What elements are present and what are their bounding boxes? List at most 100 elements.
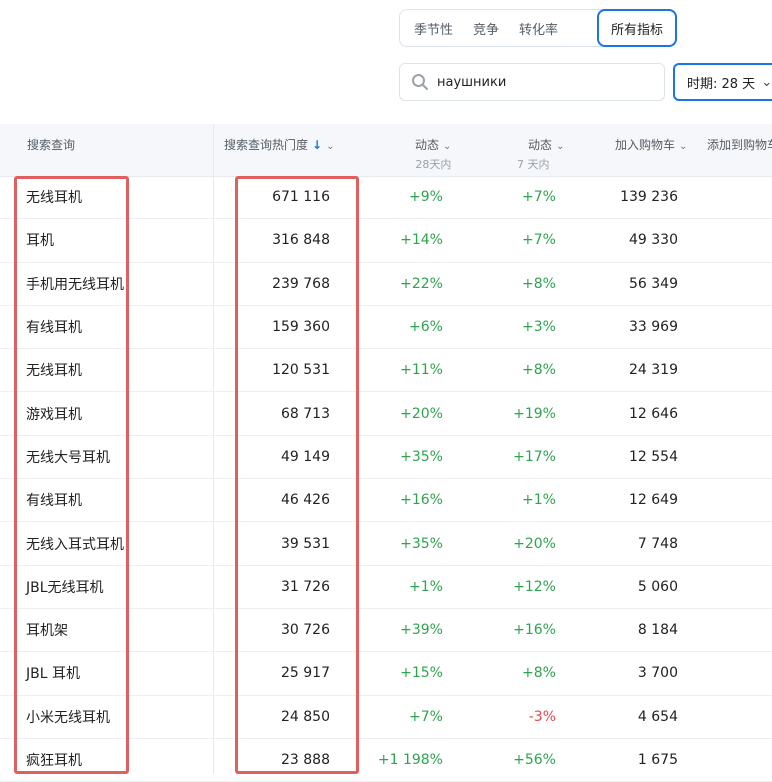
cart-cell: 49 330 [629,232,678,249]
cart-cell: 24 319 [629,362,678,379]
dynamics-28-cell: +9% [409,189,443,206]
cart-cell: 7 748 [637,535,678,552]
cart-cell: 1 675 [637,752,678,768]
cart-cell: 3 700 [637,665,678,682]
col-popularity-label: 搜索查询热门度 [224,138,309,152]
col-dyn28-label: 动态 [415,138,440,152]
sort-down-arrow-icon: ↓ [312,138,323,152]
tab-seasonality[interactable]: 季节性 [400,10,463,46]
cart-cell: 12 554 [629,448,678,465]
dynamics-7-cell: +16% [513,622,556,639]
col-added-label: 添加到购物车 [707,138,772,152]
query-cell[interactable]: 无线耳机 [26,176,82,218]
table-row[interactable]: 疯狂耳机 23 888 +1 198% +56% 1 675 [0,739,772,782]
table-row[interactable]: 耳机架 30 726 +39% +16% 8 184 [0,609,772,653]
table-row[interactable]: JBL无线耳机 31 726 +1% +12% 5 060 [0,566,772,609]
query-cell[interactable]: 游戏耳机 [26,392,82,434]
table-row[interactable]: 有线耳机 159 360 +6% +3% 33 969 [0,306,772,350]
dynamics-7-cell: +56% [513,752,556,768]
col-dyn28-sublabel: 28天内 [415,158,452,171]
table-row[interactable]: 手机用无线耳机 239 768 +22% +8% 56 349 [0,263,772,306]
query-cell[interactable]: 无线大号耳机 [26,436,110,478]
dynamics-7-cell: +8% [522,362,556,379]
dynamics-7-cell: -3% [528,708,556,725]
query-cell[interactable]: 耳机架 [26,609,68,651]
dynamics-28-cell: +1 198% [377,752,443,768]
dynamics-7-cell: +8% [522,665,556,682]
cart-cell: 33 969 [629,319,678,336]
query-cell[interactable]: 无线耳机 [26,349,82,391]
query-cell[interactable]: 手机用无线耳机 [26,263,124,305]
col-dyn7[interactable]: 动态 ⌄ 7 天内 [517,136,564,172]
period-select[interactable]: 时期: 28 天 ⌄ [673,63,772,101]
popularity-cell: 68 713 [281,405,330,422]
popularity-cell: 30 726 [281,622,330,639]
col-cart[interactable]: 加入购物车 ⌄ [615,136,687,153]
chevron-down-icon: ⌄ [443,141,452,152]
popularity-cell: 671 116 [272,189,330,206]
dynamics-7-cell: +8% [522,275,556,292]
search-box[interactable] [399,63,665,101]
dynamics-7-cell: +17% [513,448,556,465]
metric-tabs: 季节性 竞争 转化率 所有指标 [399,9,677,47]
col-cart-label: 加入购物车 [615,138,676,152]
table-row[interactable]: 无线耳机 120 531 +11% +8% 24 319 [0,349,772,393]
col-query-label: 搜索查询 [27,138,76,152]
popularity-cell: 23 888 [281,752,330,768]
table-row[interactable]: 小米无线耳机 24 850 +7% -3% 4 654 [0,696,772,739]
query-cell[interactable]: 有线耳机 [26,306,82,348]
dynamics-28-cell: +15% [400,665,443,682]
dynamics-28-cell: +11% [400,362,443,379]
dynamics-7-cell: +7% [522,189,556,206]
cart-cell: 4 654 [637,708,678,725]
query-cell[interactable]: 耳机 [26,219,54,261]
table-row[interactable]: 无线耳机 671 116 +9% +7% 139 236 [0,176,772,220]
cart-cell: 8 184 [637,622,678,639]
popularity-cell: 25 917 [281,665,330,682]
tab-conversion[interactable]: 转化率 [509,10,568,46]
dynamics-28-cell: +6% [409,319,443,336]
popularity-cell: 316 848 [272,232,330,249]
dynamics-28-cell: +14% [400,232,443,249]
col-popularity[interactable]: 搜索查询热门度 ↓ ⌄ [224,136,334,153]
dynamics-28-cell: +35% [400,448,443,465]
chevron-down-icon: ⌄ [761,74,772,90]
query-cell[interactable]: 无线入耳式耳机 [26,522,124,564]
dynamics-7-cell: +3% [522,319,556,336]
cart-cell: 56 349 [629,275,678,292]
popularity-cell: 159 360 [272,319,330,336]
dynamics-28-cell: +16% [400,492,443,509]
table-row[interactable]: 游戏耳机 68 713 +20% +19% 12 646 [0,392,772,436]
dynamics-7-cell: +19% [513,405,556,422]
query-cell[interactable]: JBL无线耳机 [26,566,104,608]
table-body: 无线耳机 671 116 +9% +7% 139 236 耳机 316 848 +14% +7%… [0,176,772,782]
popularity-cell: 49 149 [281,448,330,465]
col-dyn7-sublabel: 7 天内 [517,158,550,171]
popularity-cell: 39 531 [281,535,330,552]
query-cell[interactable]: 有线耳机 [26,479,82,521]
table-row[interactable]: 有线耳机 46 426 +16% +1% 12 649 [0,479,772,523]
col-query[interactable]: 搜索查询 [27,136,75,153]
query-cell[interactable]: JBL 耳机 [26,652,80,694]
cart-cell: 139 236 [620,189,678,206]
popularity-cell: 239 768 [272,275,330,292]
chevron-down-icon: ⌄ [556,141,565,152]
tab-all-metrics[interactable]: 所有指标 [596,9,677,47]
table-row[interactable]: 无线入耳式耳机 39 531 +35% +20% 7 748 [0,522,772,566]
search-input[interactable] [435,73,639,91]
col-added[interactable]: 添加到购物车 [707,136,772,153]
dynamics-28-cell: +22% [400,275,443,292]
tab-competition[interactable]: 竞争 [463,10,509,46]
query-cell[interactable]: 疯狂耳机 [26,739,82,781]
dynamics-28-cell: +1% [409,578,443,595]
chevron-down-icon: ⌄ [679,141,688,152]
dynamics-28-cell: +39% [400,622,443,639]
table-row[interactable]: JBL 耳机 25 917 +15% +8% 3 700 [0,652,772,696]
cart-cell: 12 649 [629,492,678,509]
table-row[interactable]: 无线大号耳机 49 149 +35% +17% 12 554 [0,436,772,480]
search-icon [412,74,428,90]
dynamics-28-cell: +35% [400,535,443,552]
query-cell[interactable]: 小米无线耳机 [26,696,110,738]
table-row[interactable]: 耳机 316 848 +14% +7% 49 330 [0,219,772,263]
col-dyn28[interactable]: 动态 ⌄ 28天内 [400,136,451,172]
